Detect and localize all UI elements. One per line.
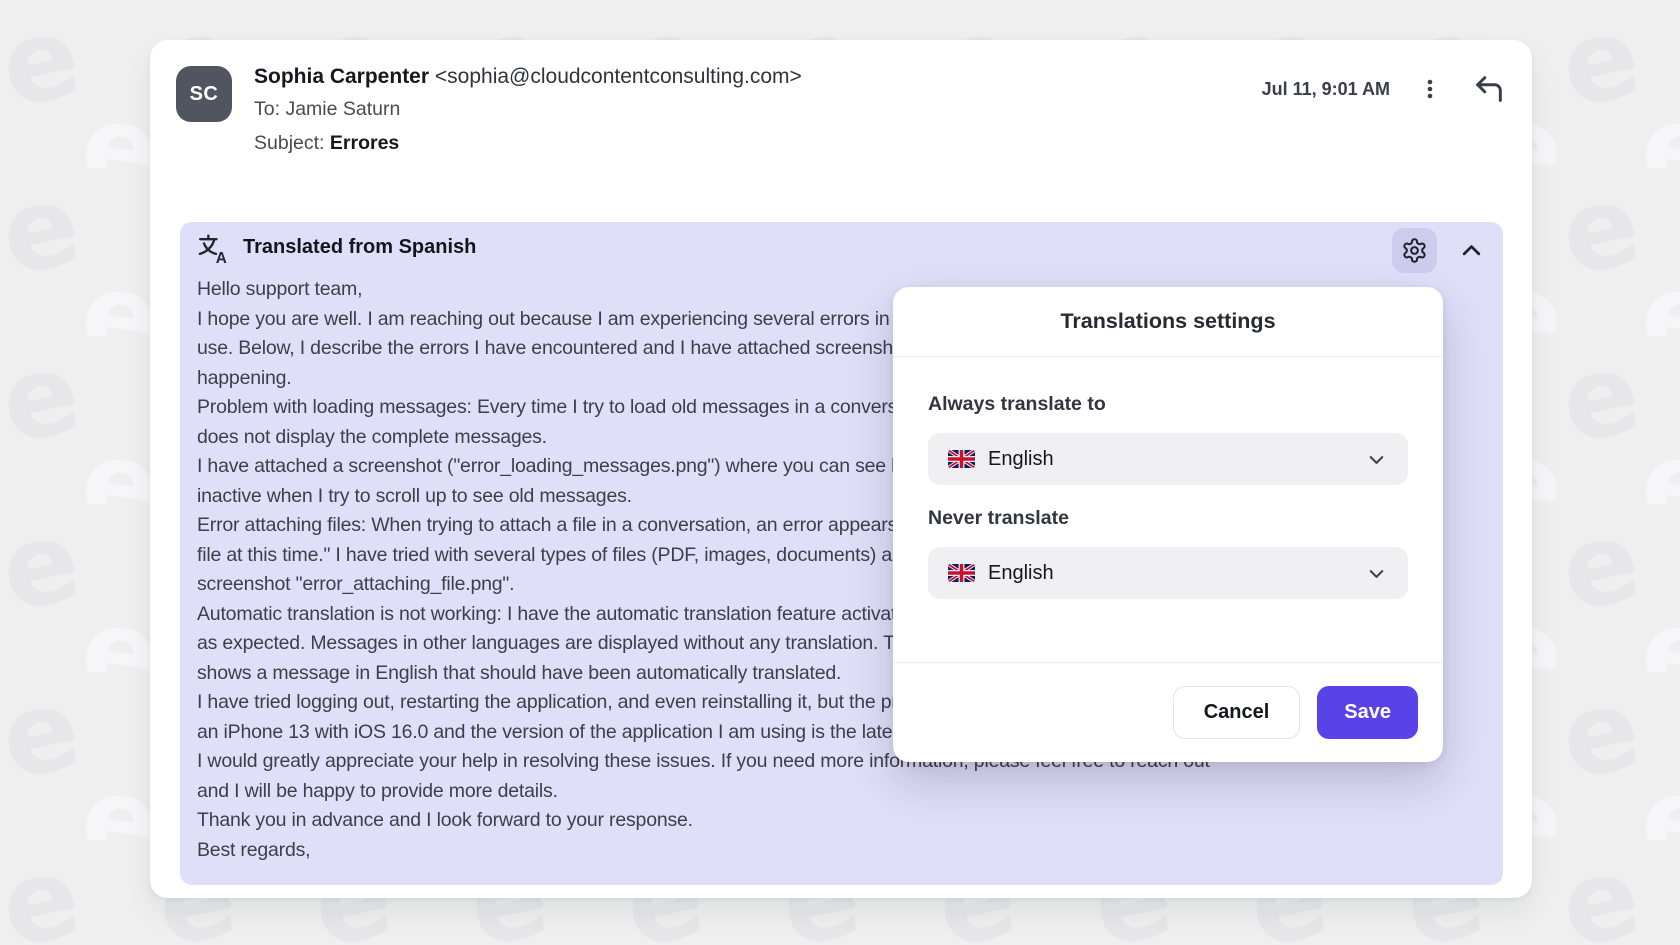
uk-flag-icon: [948, 564, 975, 582]
subject-line: Subject: Errores: [254, 126, 802, 160]
kebab-menu-icon: [1418, 75, 1442, 103]
always-translate-select[interactable]: English: [928, 433, 1408, 485]
gear-icon: [1401, 237, 1428, 264]
chevron-down-icon: [1365, 448, 1388, 471]
subject-value: Errores: [330, 132, 399, 154]
sender-name: Sophia Carpenter: [254, 65, 429, 88]
always-translate-value: English: [988, 448, 1352, 471]
always-translate-label: Always translate to: [928, 393, 1408, 416]
popover-header: Translations settings: [893, 287, 1443, 357]
chevron-down-icon: [1365, 562, 1388, 585]
email-body-line: Thank you in advance and I look forward …: [197, 806, 1495, 836]
save-button[interactable]: Save: [1317, 686, 1418, 739]
translations-settings-popover: Translations settings Always translate t…: [893, 287, 1443, 762]
timestamp: Jul 11, 9:01 AM: [1262, 79, 1390, 100]
header-actions: Jul 11, 9:01 AM: [1262, 70, 1508, 108]
to-line: To: Jamie Saturn: [254, 92, 802, 126]
never-translate-value: English: [988, 562, 1352, 585]
email-meta: Sophia Carpenter <sophia@cloudcontentcon…: [254, 62, 802, 160]
to-label: To:: [254, 98, 280, 120]
translate-icon: A: [197, 233, 231, 265]
more-options-button[interactable]: [1416, 73, 1444, 105]
from-line: Sophia Carpenter <sophia@cloudcontentcon…: [254, 62, 802, 92]
translation-settings-button[interactable]: [1392, 228, 1437, 273]
svg-text:A: A: [216, 250, 227, 265]
uk-flag-icon: [948, 450, 975, 468]
translation-banner-title: Translated from Spanish: [243, 236, 476, 259]
cancel-button[interactable]: Cancel: [1173, 686, 1301, 739]
email-body-line: Best regards,: [197, 836, 1495, 866]
never-translate-label: Never translate: [928, 507, 1408, 530]
to-name: Jamie Saturn: [285, 98, 400, 120]
popover-footer: Cancel Save: [893, 662, 1443, 762]
sender-email: <sophia@cloudcontentconsulting.com>: [435, 65, 802, 88]
reply-button[interactable]: [1470, 70, 1508, 108]
chevron-up-icon: [1458, 237, 1485, 264]
never-translate-select[interactable]: English: [928, 547, 1408, 599]
collapse-translation-button[interactable]: [1458, 237, 1485, 267]
popover-title: Translations settings: [1060, 309, 1275, 334]
email-body-line: and I will be happy to provide more deta…: [197, 777, 1495, 807]
reply-arrow-icon: [1472, 72, 1506, 106]
popover-body: Always translate to English Never transl…: [893, 393, 1443, 599]
avatar: SC: [176, 66, 232, 122]
subject-label: Subject:: [254, 132, 324, 154]
